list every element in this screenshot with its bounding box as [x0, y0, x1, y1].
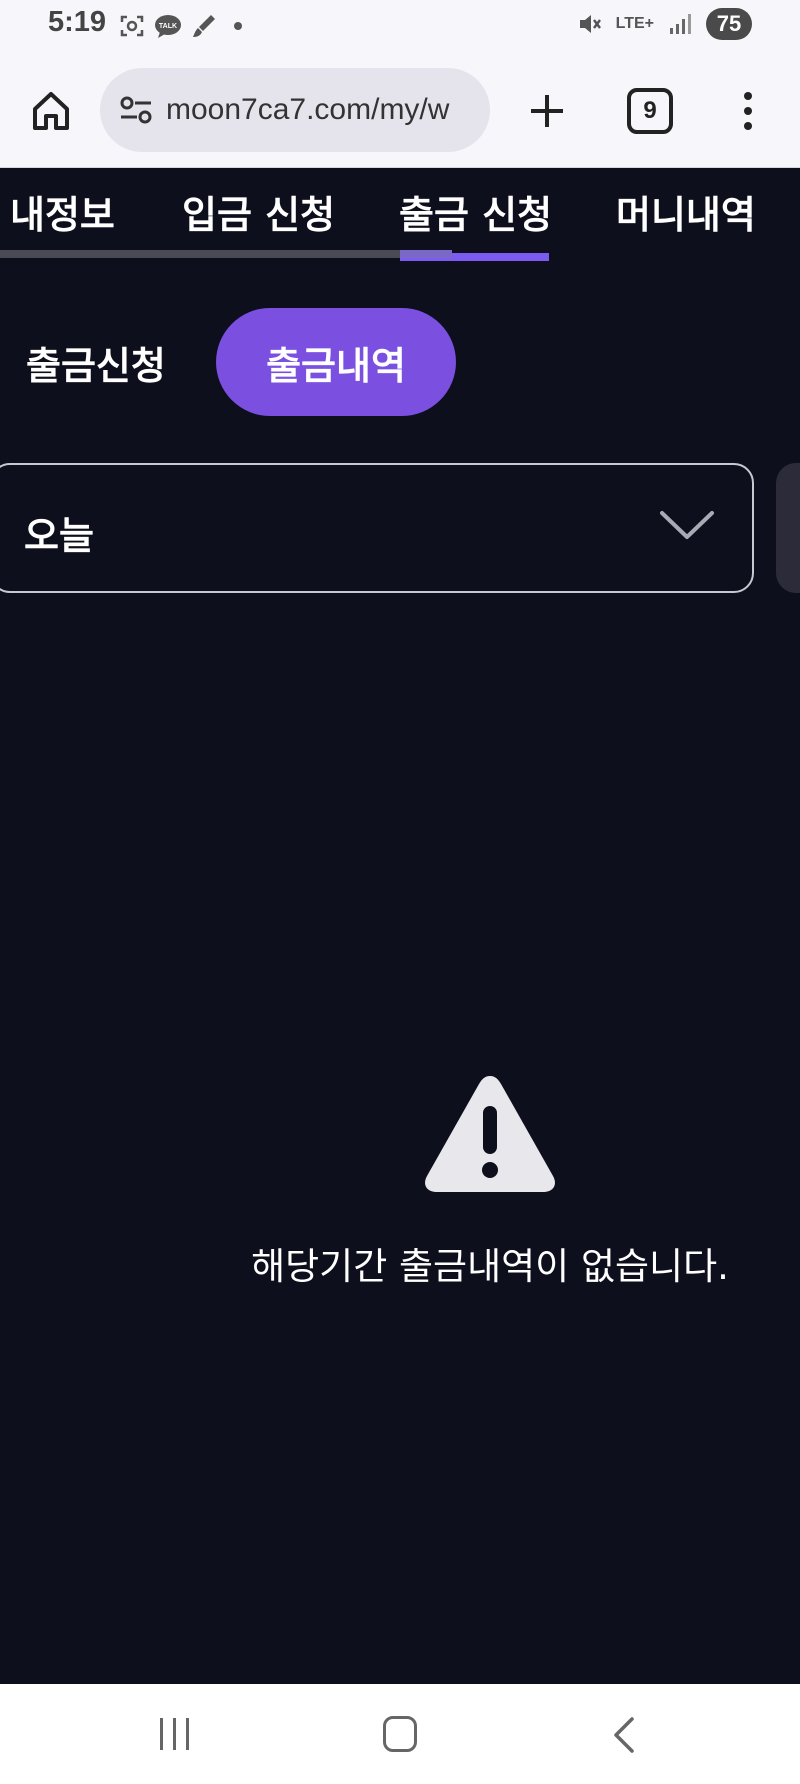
- home-button-icon[interactable]: [383, 1716, 417, 1752]
- notification-dot: [234, 22, 242, 30]
- back-icon[interactable]: [612, 1716, 636, 1758]
- tab-money-history[interactable]: 머니내역: [616, 184, 756, 239]
- tab-scroll-track: [0, 250, 452, 258]
- empty-message: 해당기간 출금내역이 없습니다.: [251, 1245, 729, 1288]
- lte-icon: LTE+: [615, 15, 654, 32]
- screenshot-icon: [118, 12, 146, 40]
- more-menu-icon[interactable]: [726, 84, 770, 138]
- browser-toolbar: moon7ca7.com/my/w 9: [0, 54, 800, 168]
- signal-icon: [666, 10, 694, 38]
- chevron-down-icon: [658, 505, 716, 549]
- period-select[interactable]: 오늘: [0, 463, 754, 593]
- address-bar[interactable]: moon7ca7.com/my/w: [100, 68, 490, 152]
- brush-icon: [190, 12, 218, 40]
- search-button[interactable]: [776, 463, 800, 593]
- talk-icon: TALK: [154, 12, 182, 40]
- url-text: moon7ca7.com/my/w: [166, 93, 450, 126]
- tab-scroll-thumb: [400, 250, 452, 258]
- tab-my-info[interactable]: 내정보: [10, 184, 115, 239]
- top-nav-tabs: 내정보 입금 신청 출금 신청 머니내역: [0, 168, 800, 260]
- notification-icons: TALK: [118, 12, 242, 40]
- android-nav-bar: [0, 1684, 800, 1784]
- empty-state: 해당기간 출금내역이 없습니다.: [240, 1072, 740, 1290]
- tabs-icon[interactable]: 9: [627, 88, 673, 134]
- svg-text:TALK: TALK: [159, 23, 177, 30]
- subtab-withdraw-request[interactable]: 출금신청: [26, 335, 166, 390]
- home-icon[interactable]: [24, 84, 78, 138]
- new-tab-icon[interactable]: [520, 84, 574, 138]
- system-icons: LTE+ 75: [576, 8, 752, 40]
- subtab-withdraw-history[interactable]: 출금내역: [216, 308, 456, 416]
- period-value: 오늘: [24, 514, 94, 558]
- status-bar: 5:19 TALK LTE+ 75: [0, 0, 800, 54]
- site-settings-icon[interactable]: [116, 95, 156, 125]
- warning-icon: [425, 1076, 555, 1192]
- status-time: 5:19: [48, 6, 107, 38]
- battery-icon: 75: [706, 8, 752, 40]
- mute-icon: [576, 10, 604, 38]
- tab-deposit-request[interactable]: 입금 신청: [182, 184, 335, 239]
- recent-apps-icon[interactable]: [160, 1718, 189, 1750]
- tab-withdraw-request[interactable]: 출금 신청: [399, 184, 552, 239]
